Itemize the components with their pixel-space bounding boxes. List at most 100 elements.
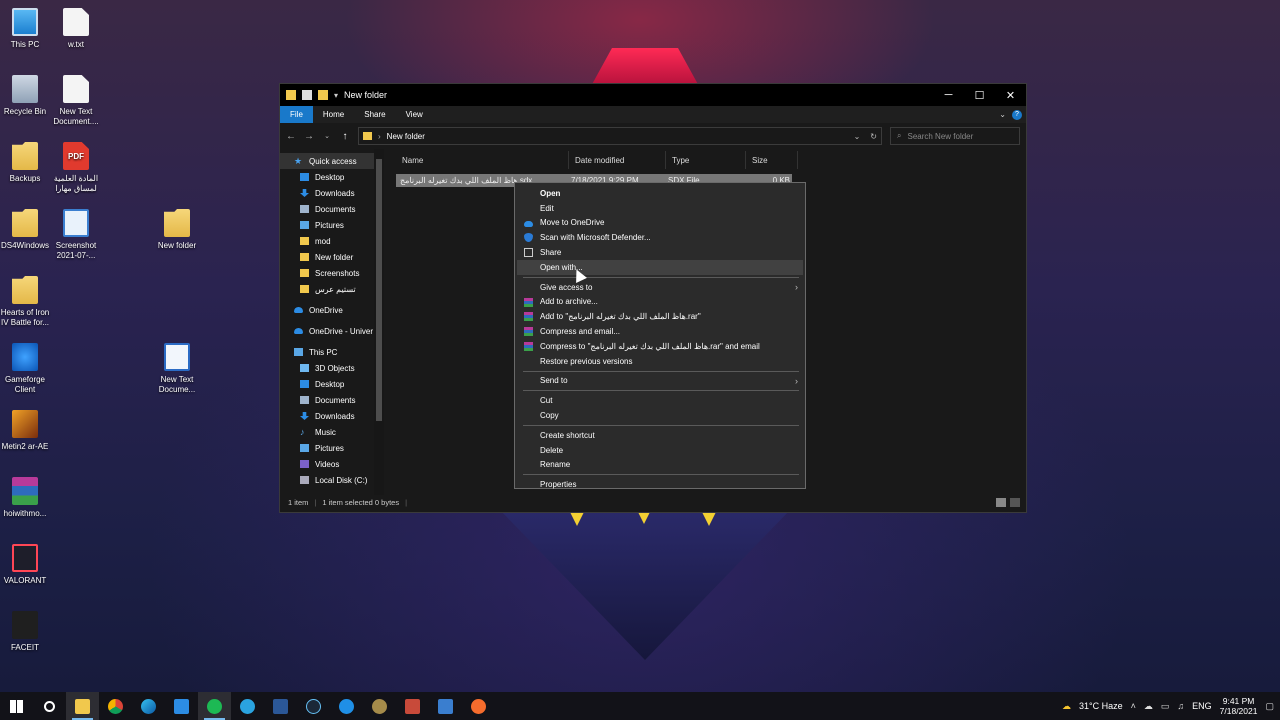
- menu-item-create-shortcut[interactable]: Create shortcut: [517, 428, 803, 443]
- language-indicator[interactable]: ENG: [1192, 701, 1212, 711]
- nav-new-folder[interactable]: New folder: [280, 249, 384, 265]
- taskbar-app[interactable]: [363, 692, 396, 720]
- desktop-icon-new-folder[interactable]: New folder: [148, 209, 206, 251]
- tab-file[interactable]: File: [280, 106, 313, 123]
- taskbar-gameforge[interactable]: [330, 692, 363, 720]
- new-folder-icon[interactable]: [318, 90, 328, 100]
- desktop-icon-hoiwithmo[interactable]: hoiwithmo...: [0, 477, 54, 519]
- nav-quick-access[interactable]: ★ Quick access: [280, 153, 384, 169]
- menu-item-move-onedrive[interactable]: Move to OneDrive: [517, 216, 803, 231]
- details-view-button[interactable]: [996, 497, 1006, 507]
- search-button[interactable]: [33, 692, 66, 720]
- menu-item-give-access[interactable]: Give access to ›: [517, 280, 803, 295]
- menu-item-add-to-rar[interactable]: Add to "هاظ الملف اللي بدك تغيرله البرنا…: [517, 309, 803, 324]
- nav-onedrive-univer[interactable]: OneDrive - Univer: [280, 323, 384, 339]
- address-bar[interactable]: › New folder ⌄ ↻: [358, 127, 882, 145]
- menu-item-rename[interactable]: Rename: [517, 458, 803, 473]
- scrollbar-thumb[interactable]: [376, 159, 382, 421]
- chevron-up-icon[interactable]: ˄: [1131, 701, 1136, 711]
- desktop-icon-new-text-docume[interactable]: New Text Docume...: [148, 343, 206, 395]
- desktop-icon-ds4windows[interactable]: DS4Windows: [0, 209, 54, 251]
- network-icon[interactable]: ▭: [1161, 701, 1170, 712]
- chevron-down-icon[interactable]: ⌄: [854, 132, 861, 141]
- taskbar-steam[interactable]: [297, 692, 330, 720]
- nav-music[interactable]: ♪ Music: [280, 424, 384, 440]
- desktop-icon-backups[interactable]: Backups: [0, 142, 54, 184]
- desktop-icon-metin2[interactable]: Metin2 ar-AE: [0, 410, 54, 452]
- menu-item-add-archive[interactable]: Add to archive...: [517, 295, 803, 310]
- nav-arabic-folder[interactable]: تستيم عرس: [280, 281, 384, 297]
- nav-scrollbar[interactable]: [374, 149, 384, 495]
- nav-pc-desktop[interactable]: Desktop: [280, 376, 384, 392]
- nav-pc-pictures[interactable]: Pictures: [280, 440, 384, 456]
- back-arrow-icon[interactable]: ←: [286, 131, 296, 142]
- nav-mod[interactable]: mod: [280, 233, 384, 249]
- start-button[interactable]: [0, 692, 33, 720]
- nav-desktop[interactable]: Desktop✦: [280, 169, 384, 185]
- search-input[interactable]: ⌕ Search New folder: [890, 127, 1020, 145]
- nav-documents[interactable]: Documents✦: [280, 201, 384, 217]
- menu-item-open-with[interactable]: Open with...: [517, 259, 803, 275]
- chevron-down-icon[interactable]: ▾: [334, 91, 338, 100]
- menu-item-compress-email[interactable]: Compress and email...: [517, 324, 803, 339]
- menu-item-compress-rar-email[interactable]: Compress to "هاظ الملف اللي بدك تغيرله ا…: [517, 339, 803, 354]
- desktop-icon-new-text-document[interactable]: New Text Document....: [47, 75, 105, 127]
- nav-pc-downloads[interactable]: Downloads: [280, 408, 384, 424]
- nav-screenshots[interactable]: Screenshots: [280, 265, 384, 281]
- taskbar-word[interactable]: [264, 692, 297, 720]
- onedrive-icon[interactable]: ☁: [1144, 701, 1153, 712]
- menu-item-open[interactable]: Open: [517, 186, 803, 201]
- menu-item-edit[interactable]: Edit: [517, 201, 803, 216]
- tab-home[interactable]: Home: [313, 106, 354, 123]
- desktop-icon-recycle-bin[interactable]: Recycle Bin: [0, 75, 54, 117]
- forward-arrow-icon[interactable]: →: [304, 131, 314, 142]
- desktop-icon-screenshot[interactable]: Screenshot 2021-07-...: [47, 209, 105, 261]
- taskbar-origin[interactable]: [462, 692, 495, 720]
- desktop-icon-pdf[interactable]: PDF المادة العلمية لمساق مهارا: [47, 142, 105, 194]
- menu-item-cut[interactable]: Cut: [517, 393, 803, 408]
- large-icons-view-button[interactable]: [1010, 497, 1020, 507]
- properties-icon[interactable]: [302, 90, 312, 100]
- notifications-icon[interactable]: ▢: [1265, 701, 1274, 712]
- column-date-modified[interactable]: Date modified: [569, 151, 666, 169]
- desktop-icon-faceit[interactable]: FACEIT: [0, 611, 54, 653]
- desktop-icon-this-pc[interactable]: This PC: [0, 8, 54, 50]
- nav-pc-documents[interactable]: Documents: [280, 392, 384, 408]
- minimize-button[interactable]: ─: [933, 84, 964, 106]
- help-icon[interactable]: ?: [1012, 109, 1022, 120]
- nav-downloads[interactable]: Downloads✦: [280, 185, 384, 201]
- taskbar-telegram[interactable]: [231, 692, 264, 720]
- recent-locations-icon[interactable]: ⌄: [322, 132, 332, 140]
- desktop-icon-hearts-of-iron[interactable]: Hearts of Iron IV Battle for...: [0, 276, 54, 328]
- clock[interactable]: 9:41 PM 7/18/2021: [1220, 696, 1258, 716]
- refresh-icon[interactable]: ↻: [870, 132, 877, 141]
- menu-item-scan-defender[interactable]: Scan with Microsoft Defender...: [517, 230, 803, 245]
- desktop-icon-gameforge[interactable]: Gameforge Client: [0, 343, 54, 395]
- nav-videos[interactable]: Videos: [280, 456, 384, 472]
- tab-view[interactable]: View: [396, 106, 433, 123]
- close-button[interactable]: ✕: [995, 84, 1026, 106]
- menu-item-send-to[interactable]: Send to ›: [517, 374, 803, 389]
- weather-text[interactable]: 31°C Haze: [1079, 701, 1123, 711]
- up-arrow-icon[interactable]: ↑: [340, 131, 350, 142]
- taskbar-app-3[interactable]: [429, 692, 462, 720]
- chevron-down-icon[interactable]: ⌄: [999, 110, 1006, 119]
- column-name[interactable]: Name: [396, 151, 569, 169]
- nav-onedrive[interactable]: OneDrive: [280, 302, 384, 318]
- taskbar-app-2[interactable]: [396, 692, 429, 720]
- taskbar-file-explorer[interactable]: [66, 692, 99, 720]
- nav-pictures[interactable]: Pictures✦: [280, 217, 384, 233]
- maximize-button[interactable]: ☐: [964, 84, 995, 106]
- desktop-icon-w-txt[interactable]: w.txt: [47, 8, 105, 50]
- nav-local-disk[interactable]: Local Disk (C:): [280, 472, 384, 488]
- nav-this-pc[interactable]: This PC: [280, 344, 384, 360]
- menu-item-share[interactable]: Share: [517, 245, 803, 260]
- speaker-icon[interactable]: ♫: [1177, 701, 1184, 711]
- breadcrumb[interactable]: New folder: [387, 132, 425, 141]
- tab-share[interactable]: Share: [354, 106, 395, 123]
- taskbar-edge[interactable]: [132, 692, 165, 720]
- taskbar-mail[interactable]: [165, 692, 198, 720]
- menu-item-restore-versions[interactable]: Restore previous versions: [517, 354, 803, 369]
- menu-item-properties[interactable]: Properties: [517, 477, 803, 492]
- taskbar-spotify[interactable]: [198, 692, 231, 720]
